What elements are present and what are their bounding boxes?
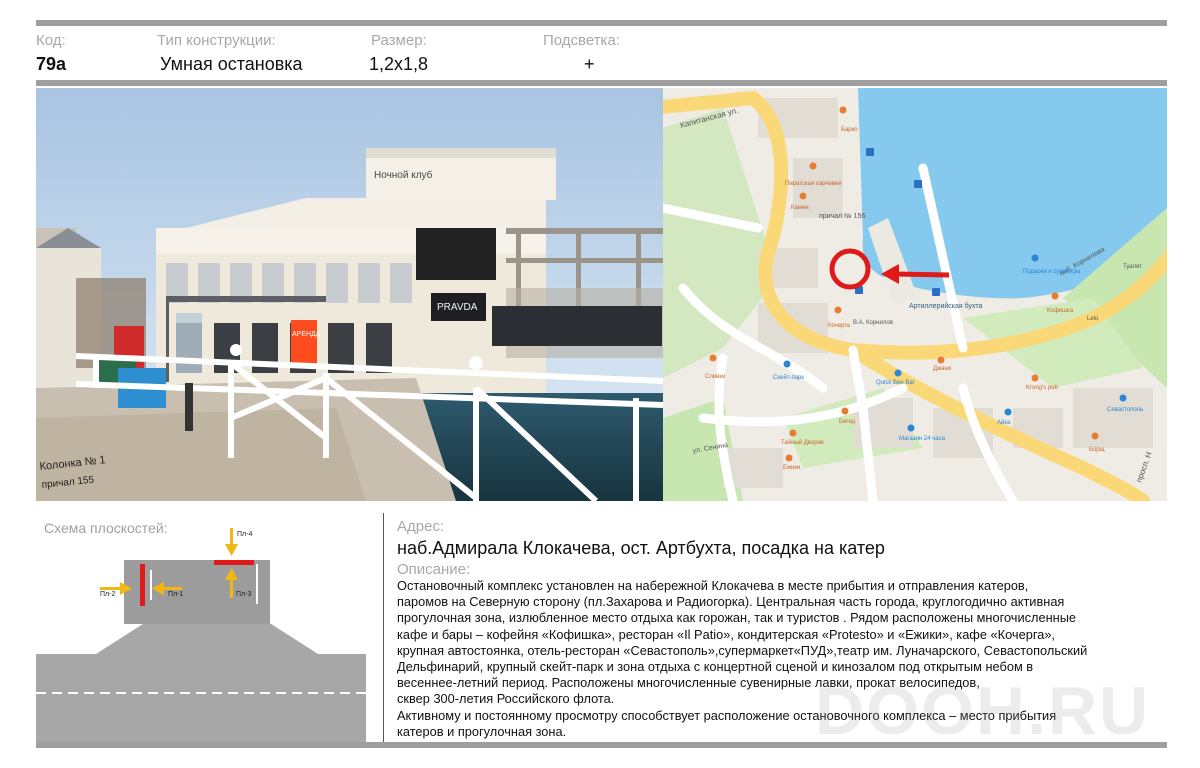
poi-barko: Барко (841, 127, 858, 133)
bottom-frame-bar (36, 742, 1167, 748)
poi-aika: Айка (997, 419, 1011, 426)
address-value: наб.Адмирала Клокачева, ост. Артбухта, п… (397, 538, 885, 558)
planes-scheme: Пл-4 Пл-2 Пл-1 Пл-3 (36, 528, 366, 742)
poi-kings: Krong's pub (1026, 385, 1058, 391)
poi-magazin: Магазин 24 часа (899, 436, 946, 442)
poi-sevastopol: Севастополь (1107, 407, 1143, 413)
code-label: Код: (36, 32, 66, 49)
poi-tainstvo: Тайный Дворик (781, 439, 824, 446)
top-frame-bar (36, 20, 1167, 26)
construction-type-label: Тип конструкции: (157, 32, 276, 49)
poi-kocherga: Кочерга (828, 323, 851, 329)
address-label: Адрес: (397, 518, 445, 535)
code-value: 79а (36, 54, 67, 74)
poi-quickbee: Quick Bee Bar (876, 380, 915, 386)
poi-pirat: Пиратская харчевня (785, 181, 842, 187)
poi-slivki: Сливки (705, 374, 725, 380)
plane-1-label: Пл-1 (168, 591, 183, 598)
plane-4-bar (214, 560, 254, 565)
poi-dzhani: Джани (933, 366, 951, 372)
description-line: паромов на Северную сторону (пл.Захарова… (397, 594, 1065, 610)
pier-label: причал № 156 (819, 213, 865, 220)
poi-lelo: Lelo (1087, 316, 1099, 322)
size-value: 1,2х1,8 (369, 54, 429, 74)
description-line: крупная автостоянка, отель-ресторан «Сев… (397, 642, 1088, 658)
location-arrow (894, 271, 950, 278)
bay-name: Артиллерийская бухта (909, 302, 983, 310)
poi-kornilov: В.А. Корнилов (853, 320, 893, 326)
poi-podsuvenir: Подарки и сувениры (1023, 269, 1080, 275)
plane-3-label: Пл-3 (236, 591, 251, 598)
construction-type-value: Умная остановка (160, 54, 303, 74)
pravda-sign: PRAVDA (437, 302, 478, 313)
watermark: DOOH.RU (815, 673, 1151, 749)
poi-kamni: Камни (791, 205, 809, 211)
arenda-sign: АРЕНДА (292, 331, 321, 338)
description-line: кафе и бары – кофейня «Кофишка», рестора… (397, 626, 1055, 642)
size-label: Размер: (371, 32, 427, 49)
lighting-value: + (584, 54, 595, 74)
poi-ezhiki: Ежики (783, 465, 800, 471)
poi-toilet: Туалет (1123, 264, 1142, 270)
plane-2-bar (140, 564, 145, 606)
plane-2-label: Пл-2 (100, 591, 115, 598)
poi-borshch: Борщ (1089, 447, 1105, 453)
description-line: Остановочный комплекс установлен на набе… (397, 578, 1029, 593)
location-map: Капитанская ул. наб. Корнилова ул. Сенин… (663, 88, 1167, 501)
section-divider (383, 513, 384, 742)
club-sign: Ночной клуб (374, 169, 433, 181)
header-divider-bar (36, 80, 1167, 86)
description-label: Описание: (397, 561, 471, 578)
plane-4-label: Пл-4 (237, 531, 252, 538)
location-photo: Ночной клуб PRAVDA АРЕНДА Колонка № 1 пр… (36, 88, 663, 501)
poi-kofishka: Кофишка (1047, 308, 1074, 314)
poi-verged: Бегед (839, 419, 856, 425)
lighting-label: Подсветка: (543, 32, 620, 49)
poi-skatepark: Скейт-парк (773, 374, 804, 381)
description-line: прогулочная зона, излюбленное место отды… (397, 610, 1077, 626)
